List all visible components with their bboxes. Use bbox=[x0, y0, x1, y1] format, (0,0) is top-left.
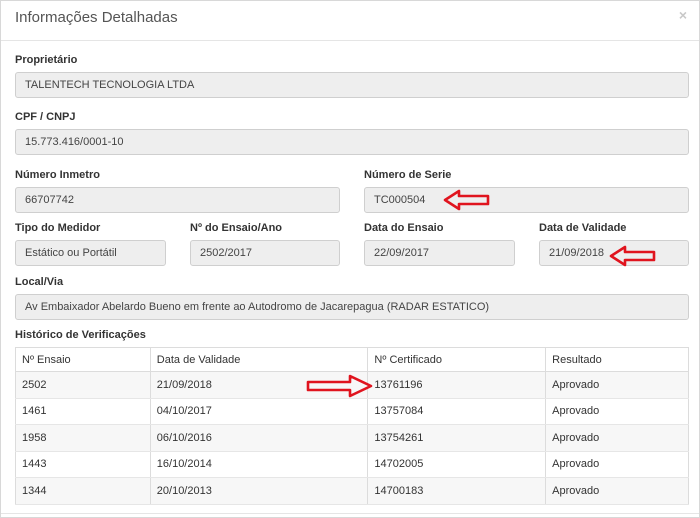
cell-test: 1443 bbox=[15, 451, 151, 478]
cell-test: 2502 bbox=[15, 371, 151, 399]
col-header-validity: Data de Validade bbox=[149, 347, 369, 372]
cpf-cnpj-label: CPF / CNPJ bbox=[15, 111, 76, 123]
cell-result: Aprovado bbox=[545, 477, 689, 505]
cell-result: Aprovado bbox=[545, 371, 689, 399]
cell-validity: 16/10/2014 bbox=[149, 451, 369, 478]
test-year-label: Nº do Ensaio/Ano bbox=[190, 222, 283, 234]
validity-date-label: Data de Validade bbox=[539, 222, 627, 234]
inmetro-number-field[interactable]: 66707742 bbox=[15, 187, 340, 213]
cell-test: 1344 bbox=[15, 477, 151, 505]
cell-result: Aprovado bbox=[545, 424, 689, 452]
details-modal: Informações Detalhadas × Proprietário TA… bbox=[0, 0, 700, 518]
cell-test: 1461 bbox=[15, 398, 151, 425]
history-table: Nº Ensaio Data de Validade Nº Certificad… bbox=[15, 347, 689, 505]
cell-test: 1958 bbox=[15, 424, 151, 452]
serial-number-field[interactable]: TC000504 bbox=[364, 187, 689, 213]
col-header-certificate: Nº Certificado bbox=[367, 347, 547, 372]
cell-certificate: 13757084 bbox=[367, 398, 547, 425]
owner-field[interactable]: TALENTECH TECNOLOGIA LTDA bbox=[15, 72, 689, 98]
cell-result: Aprovado bbox=[545, 451, 689, 478]
table-row: 1344 20/10/2013 14700183 Aprovado bbox=[15, 477, 689, 505]
test-year-field[interactable]: 2502/2017 bbox=[190, 240, 340, 266]
cpf-cnpj-field[interactable]: 15.773.416/0001-10 bbox=[15, 129, 689, 155]
close-icon[interactable]: × bbox=[679, 7, 687, 23]
test-date-field[interactable]: 22/09/2017 bbox=[364, 240, 515, 266]
cell-certificate: 14702005 bbox=[367, 451, 547, 478]
table-row: 1443 16/10/2014 14702005 Aprovado bbox=[15, 451, 689, 478]
cell-certificate: 13761196 bbox=[367, 371, 547, 399]
cell-validity: 04/10/2017 bbox=[149, 398, 369, 425]
cell-certificate: 14700183 bbox=[367, 477, 547, 505]
arrow-left-icon bbox=[443, 189, 490, 211]
cell-validity: 20/10/2013 bbox=[149, 477, 369, 505]
location-label: Local/Via bbox=[15, 276, 64, 288]
footer-divider bbox=[1, 513, 699, 514]
col-header-result: Resultado bbox=[545, 347, 689, 372]
modal-title: Informações Detalhadas bbox=[15, 9, 178, 26]
cell-certificate: 13754261 bbox=[367, 424, 547, 452]
owner-label: Proprietário bbox=[15, 54, 78, 66]
history-title: Histórico de Verificações bbox=[15, 329, 146, 341]
arrow-left-icon bbox=[609, 245, 656, 267]
cell-result: Aprovado bbox=[545, 398, 689, 425]
table-row: 1461 04/10/2017 13757084 Aprovado bbox=[15, 398, 689, 425]
table-row: 1958 06/10/2016 13754261 Aprovado bbox=[15, 424, 689, 452]
history-header-row: Nº Ensaio Data de Validade Nº Certificad… bbox=[15, 347, 689, 372]
meter-type-label: Tipo do Medidor bbox=[15, 222, 101, 234]
arrow-right-icon bbox=[306, 374, 373, 398]
serial-number-label: Número de Serie bbox=[364, 169, 452, 181]
col-header-test: Nº Ensaio bbox=[15, 347, 151, 372]
location-field[interactable]: Av Embaixador Abelardo Bueno em frente a… bbox=[15, 294, 689, 320]
test-date-label: Data do Ensaio bbox=[364, 222, 444, 234]
inmetro-number-label: Número Inmetro bbox=[15, 169, 100, 181]
meter-type-field[interactable]: Estático ou Portátil bbox=[15, 240, 166, 266]
modal-header: Informações Detalhadas × bbox=[1, 1, 699, 41]
cell-validity: 06/10/2016 bbox=[149, 424, 369, 452]
